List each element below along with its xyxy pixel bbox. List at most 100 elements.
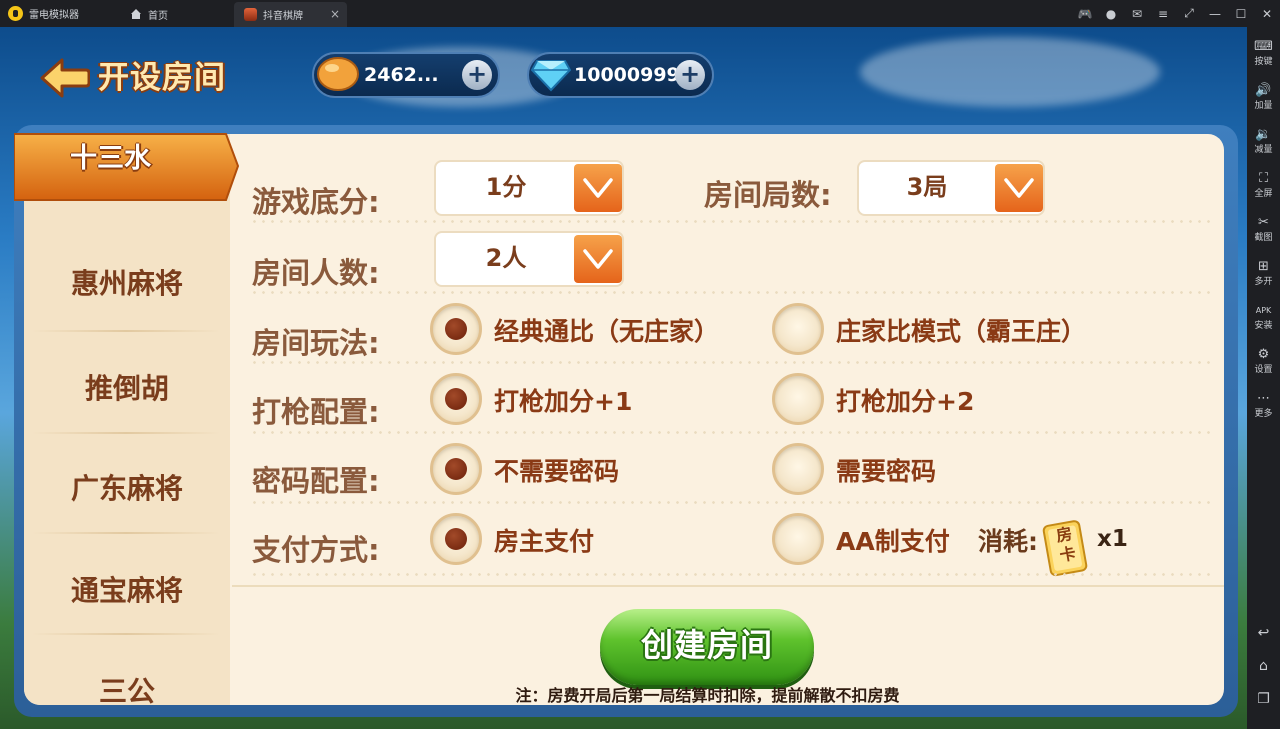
beans-balance: 2462... + xyxy=(312,52,500,98)
category-guangdong-mahjong[interactable]: 广东麻将 xyxy=(24,434,230,534)
tab-game-label: 抖音棋牌 xyxy=(263,11,303,22)
sidebar-more[interactable]: ⋯ 更多 xyxy=(1247,389,1280,429)
gun-label: 打枪配置: xyxy=(252,395,380,429)
tab-home-label: 首页 xyxy=(148,11,168,22)
account-icon[interactable]: ● xyxy=(1098,0,1124,27)
sidebar-fullscreen[interactable]: ⛶ 全屏 xyxy=(1247,169,1280,209)
mail-icon[interactable]: ✉ xyxy=(1124,0,1150,27)
nav-recents-button[interactable]: ❐ xyxy=(1247,687,1280,711)
sidebar-volume-down[interactable]: 🔉 减量 xyxy=(1247,125,1280,165)
category-huizhou-mahjong[interactable]: 惠州麻将 xyxy=(24,234,230,334)
scissors-icon: ✂ xyxy=(1258,215,1269,230)
players-dropdown[interactable]: 2人 xyxy=(434,231,624,287)
rounds-value: 3局 xyxy=(906,173,948,201)
sidebar-label: 安装 xyxy=(1254,321,1273,331)
tab-home[interactable]: 首页 xyxy=(120,2,232,27)
emulator-app: 雷电模拟器 xyxy=(8,0,79,27)
mode-label: 房间玩法: xyxy=(252,326,380,360)
restore-icon[interactable]: ⤢ xyxy=(1176,0,1202,27)
nav-back-button[interactable]: ↩ xyxy=(1247,621,1280,645)
back-arrow-icon[interactable] xyxy=(40,57,90,99)
chevron-down-icon[interactable] xyxy=(995,164,1043,212)
game-viewport: 开设房间 2462... + 10000999 + 惠州麻将 推倒胡 广东麻将 … xyxy=(0,27,1247,729)
mode-option-banker-label[interactable]: 庄家比模式（霸王庄） xyxy=(836,312,1086,348)
beans-value: 2462... xyxy=(364,64,439,86)
create-room-button[interactable]: 创建房间 xyxy=(600,609,814,685)
close-icon[interactable]: ✕ xyxy=(1254,0,1280,27)
gear-icon: ⚙ xyxy=(1257,347,1270,362)
tab-game[interactable]: 抖音棋牌 × xyxy=(234,2,347,27)
nav-home-button[interactable]: ⌂ xyxy=(1247,654,1280,678)
sidebar-label: 加量 xyxy=(1254,101,1273,111)
sidebar-multi-instance[interactable]: ⊞ 多开 xyxy=(1247,257,1280,297)
keyboard-icon: ⌨ xyxy=(1254,39,1273,54)
payment-option-owner-label[interactable]: 房主支付 xyxy=(494,522,594,558)
payment-option-aa-label[interactable]: AA制支付 xyxy=(836,522,950,558)
category-tongbao-mahjong[interactable]: 通宝麻将 xyxy=(24,534,230,634)
rounds-dropdown[interactable]: 3局 xyxy=(857,160,1045,216)
fullscreen-icon: ⛶ xyxy=(1258,171,1269,186)
row-divider xyxy=(250,431,1210,434)
row-divider xyxy=(250,573,1210,576)
home-icon xyxy=(130,9,142,20)
more-icon: ⋯ xyxy=(1257,391,1270,406)
panel-divider xyxy=(232,585,1224,587)
sidebar-screenshot[interactable]: ✂ 截图 xyxy=(1247,213,1280,253)
diamond-icon xyxy=(531,60,571,92)
menu-icon[interactable]: ≡ xyxy=(1150,0,1176,27)
mode-option-classic-radio[interactable] xyxy=(430,303,482,355)
mode-option-classic-label[interactable]: 经典通比（无庄家） xyxy=(494,312,719,348)
chevron-down-icon[interactable] xyxy=(574,164,622,212)
minimize-icon[interactable]: — xyxy=(1202,0,1228,27)
cost-multiplier: x1 xyxy=(1097,526,1128,552)
base-score-dropdown[interactable]: 1分 xyxy=(434,160,624,216)
sidebar-keymap[interactable]: ⌨ 按键 xyxy=(1247,37,1280,77)
category-shisanshui-label: 十三水 xyxy=(70,143,151,174)
sidebar-label: 减量 xyxy=(1254,145,1273,155)
radio-selected-dot xyxy=(445,318,467,340)
sidebar-label: 按键 xyxy=(1254,57,1273,67)
bean-icon xyxy=(317,57,359,91)
sidebar-label: 全屏 xyxy=(1254,189,1273,199)
diamonds-balance: 10000999 + xyxy=(527,52,714,98)
row-divider xyxy=(250,501,1210,504)
row-divider xyxy=(250,361,1210,364)
room-fee-note: 注：房费开局后第一局结算时扣除，提前解散不扣房费 xyxy=(515,686,900,705)
gun-option-plus1-label[interactable]: 打枪加分+1 xyxy=(494,382,632,418)
apk-icon: APK xyxy=(1255,306,1272,315)
players-label: 房间人数: xyxy=(252,256,380,290)
gun-option-plus1-radio[interactable] xyxy=(430,373,482,425)
tab-close-icon[interactable]: × xyxy=(330,7,340,21)
gamepad-icon[interactable]: 🎮 xyxy=(1072,0,1098,27)
category-tuidaohu[interactable]: 推倒胡 xyxy=(24,334,230,434)
password-label: 密码配置: xyxy=(252,464,380,498)
sidebar-settings[interactable]: ⚙ 设置 xyxy=(1247,345,1280,385)
cost-label: 消耗: xyxy=(978,527,1038,556)
page-title: 开设房间 xyxy=(98,60,226,96)
add-diamonds-button[interactable]: + xyxy=(675,60,705,90)
emulator-logo-icon xyxy=(8,6,23,21)
game-app-icon xyxy=(244,8,257,21)
row-divider xyxy=(250,220,1210,223)
emulator-app-name: 雷电模拟器 xyxy=(29,10,79,21)
row-divider xyxy=(250,291,1210,294)
gun-option-plus2-radio[interactable] xyxy=(772,373,824,425)
category-shisanshui-active[interactable]: 十三水 xyxy=(14,132,240,202)
sidebar-volume-up[interactable]: 🔊 加量 xyxy=(1247,81,1280,121)
players-value: 2人 xyxy=(485,244,527,272)
payment-option-owner-radio[interactable] xyxy=(430,513,482,565)
mode-option-banker-radio[interactable] xyxy=(772,303,824,355)
password-option-none-label[interactable]: 不需要密码 xyxy=(494,452,619,488)
password-option-required-radio[interactable] xyxy=(772,443,824,495)
sidebar-label: 更多 xyxy=(1254,409,1273,419)
chevron-down-icon[interactable] xyxy=(574,235,622,283)
password-option-required-label[interactable]: 需要密码 xyxy=(836,452,936,488)
password-option-none-radio[interactable] xyxy=(430,443,482,495)
home-nav-icon: ⌂ xyxy=(1259,658,1268,674)
sidebar-install-apk[interactable]: APK 安装 xyxy=(1247,301,1280,341)
gun-option-plus2-label[interactable]: 打枪加分+2 xyxy=(836,382,974,418)
window-controls: 🎮 ● ✉ ≡ ⤢ — ☐ ✕ xyxy=(1072,0,1280,27)
add-beans-button[interactable]: + xyxy=(462,60,492,90)
payment-option-aa-radio[interactable] xyxy=(772,513,824,565)
maximize-icon[interactable]: ☐ xyxy=(1228,0,1254,27)
